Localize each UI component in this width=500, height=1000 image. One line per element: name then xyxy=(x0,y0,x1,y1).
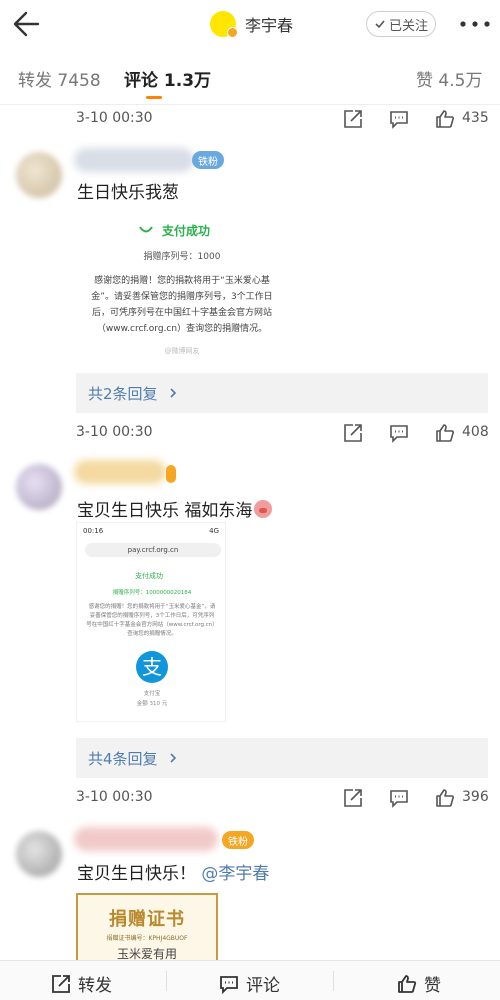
receipt-line: 妥善保管您的捐赠序列号，3个工作日后，可凭序列 xyxy=(89,613,215,619)
comment-image[interactable]: 捐赠证书 捐赠证书编号：KPHJ4GBUOF 玉米爱有用 xyxy=(76,893,218,963)
comment-time: 3-10 00:30 xyxy=(76,110,153,126)
username[interactable] xyxy=(74,827,218,851)
user-mention-link[interactable]: @李宇春 xyxy=(201,864,269,884)
check-icon xyxy=(375,20,385,29)
serial-number: 捐赠序列号：1000 xyxy=(143,252,221,262)
comment-text-body: 宝贝生日快乐 福如东海 xyxy=(77,501,253,521)
payee: 支付宝 xyxy=(143,691,161,697)
comment-image[interactable]: 00:16 4G pay.crcf.org.cn 支付成功 捐赠序列号：1000… xyxy=(76,522,226,722)
avatar[interactable] xyxy=(16,831,62,877)
comment-icon[interactable] xyxy=(388,422,410,444)
phone-status-bar: 00:16 4G xyxy=(77,523,225,539)
receipt-line: 查询您的捐赠情况。 xyxy=(127,631,177,637)
like-icon[interactable] xyxy=(434,422,456,444)
comment-text: 宝贝生日快乐 福如东海 xyxy=(77,496,273,521)
header-avatar[interactable] xyxy=(210,11,238,38)
verified-badge-icon xyxy=(227,27,238,38)
comment-label: 评论 xyxy=(246,976,280,996)
tab-active-indicator xyxy=(146,96,162,99)
comment-icon[interactable] xyxy=(388,108,410,130)
username[interactable] xyxy=(74,460,166,484)
alipay-icon: 支 xyxy=(136,651,168,683)
fan-badge: 铁粉 xyxy=(192,151,224,169)
repost-icon xyxy=(52,974,70,993)
certificate-number: 捐赠证书编号：KPHJ4GBUOF xyxy=(106,935,188,942)
more-icon[interactable] xyxy=(458,14,492,34)
chevron-right-icon xyxy=(170,388,177,398)
tab-bar: 转发 7458 评论 1.3万 赞 4.5万 xyxy=(0,48,500,104)
receipt-line: 号在中国红十字基金会官方网站（www.crcf.org.cn） xyxy=(86,622,218,628)
like-icon[interactable] xyxy=(434,787,456,809)
avatar[interactable] xyxy=(16,152,62,198)
back-arrow-icon[interactable] xyxy=(8,6,44,42)
weibo-comments-page: 李宇春 已关注 转发 7458 评论 1.3万 赞 4.5万 3-10 00:3… xyxy=(0,0,500,1000)
certificate-title: 捐赠证书 xyxy=(109,909,185,930)
phone-url-bar: pay.crcf.org.cn xyxy=(85,543,221,557)
comment-meta-row: 3-10 00:30 396 xyxy=(0,783,500,813)
avatar[interactable] xyxy=(16,464,62,510)
chevron-right-icon xyxy=(170,753,177,763)
comment-button[interactable]: 评论 xyxy=(218,971,280,996)
pay-status: 支付成功 xyxy=(162,224,211,238)
pay-status: 支付成功 xyxy=(135,572,163,580)
follow-label: 已关注 xyxy=(388,18,428,34)
comment-icon[interactable] xyxy=(388,787,410,809)
header-user[interactable]: 李宇春 xyxy=(210,9,293,39)
receipt-line: 金”。请妥善保管您的捐赠序列号，3个工作日 xyxy=(91,292,273,302)
replies-label: 共2条回复 xyxy=(88,385,158,403)
comment-image[interactable]: 支付成功 捐赠序列号：1000 感谢您的捐赠！您的捐款将用于“玉米爱心基 金”。… xyxy=(76,210,288,370)
username[interactable] xyxy=(74,148,194,172)
receipt-line: 感谢您的捐赠！您的捐款将用于“玉米爱心基金”，请 xyxy=(88,604,216,610)
divider xyxy=(333,971,334,991)
like-icon[interactable] xyxy=(434,108,456,130)
tab-repost[interactable]: 转发 7458 xyxy=(18,66,101,91)
comment-meta-row: 3-10 00:30 435 xyxy=(0,104,500,134)
divider xyxy=(166,971,167,991)
comment-text: 生日快乐我葱 xyxy=(77,183,179,203)
serial-number: 捐赠序列号：1000000020184 xyxy=(112,590,192,596)
amount: 金额 310 元 xyxy=(136,701,168,707)
follow-button[interactable]: 已关注 xyxy=(366,11,436,37)
repost-icon[interactable] xyxy=(342,787,364,809)
repost-icon[interactable] xyxy=(342,422,364,444)
like-count: 408 xyxy=(462,424,489,440)
fan-badge-icon xyxy=(166,465,176,483)
comment-time: 3-10 00:30 xyxy=(76,424,153,440)
like-icon xyxy=(398,974,417,993)
receipt-line: 感谢您的捐赠！您的捐款将用于“玉米爱心基 xyxy=(94,276,270,286)
comment-meta-row: 3-10 00:30 408 xyxy=(0,418,500,448)
pig-emoji-icon xyxy=(254,500,273,518)
comment-text: 宝贝生日快乐！ @李宇春 xyxy=(77,859,269,884)
phone-clock: 00:16 xyxy=(83,527,104,535)
header-username[interactable]: 李宇春 xyxy=(245,12,293,36)
view-replies-button[interactable]: 共4条回复 xyxy=(76,738,488,778)
watermark: @微博网友 xyxy=(164,347,200,355)
receipt-line: （www.crcf.org.cn）查询您的捐赠情况。 xyxy=(96,324,268,334)
fan-badge: 铁粉 xyxy=(222,831,254,849)
top-bar: 李宇春 已关注 xyxy=(0,0,500,48)
comment-text-body: 宝贝生日快乐！ xyxy=(77,864,196,884)
repost-label: 转发 xyxy=(78,976,112,996)
bottom-action-bar: 转发 评论 赞 xyxy=(0,960,500,1000)
like-label: 赞 xyxy=(424,976,441,996)
tab-like[interactable]: 赞 4.5万 xyxy=(416,66,482,91)
phone-signal: 4G xyxy=(209,527,219,535)
success-smile-icon xyxy=(139,226,153,233)
like-button[interactable]: 赞 xyxy=(396,971,441,996)
view-replies-button[interactable]: 共2条回复 xyxy=(76,373,488,413)
repost-icon[interactable] xyxy=(342,108,364,130)
comment-icon xyxy=(220,975,238,994)
receipt-line: 后，可凭序列号在中国红十字基金会官方网站 xyxy=(91,308,272,318)
repost-button[interactable]: 转发 xyxy=(50,971,112,996)
like-count: 396 xyxy=(462,789,489,805)
replies-label: 共4条回复 xyxy=(88,750,158,768)
like-count: 435 xyxy=(462,110,489,126)
comment-time: 3-10 00:30 xyxy=(76,789,153,805)
tab-comment[interactable]: 评论 1.3万 xyxy=(124,66,211,91)
